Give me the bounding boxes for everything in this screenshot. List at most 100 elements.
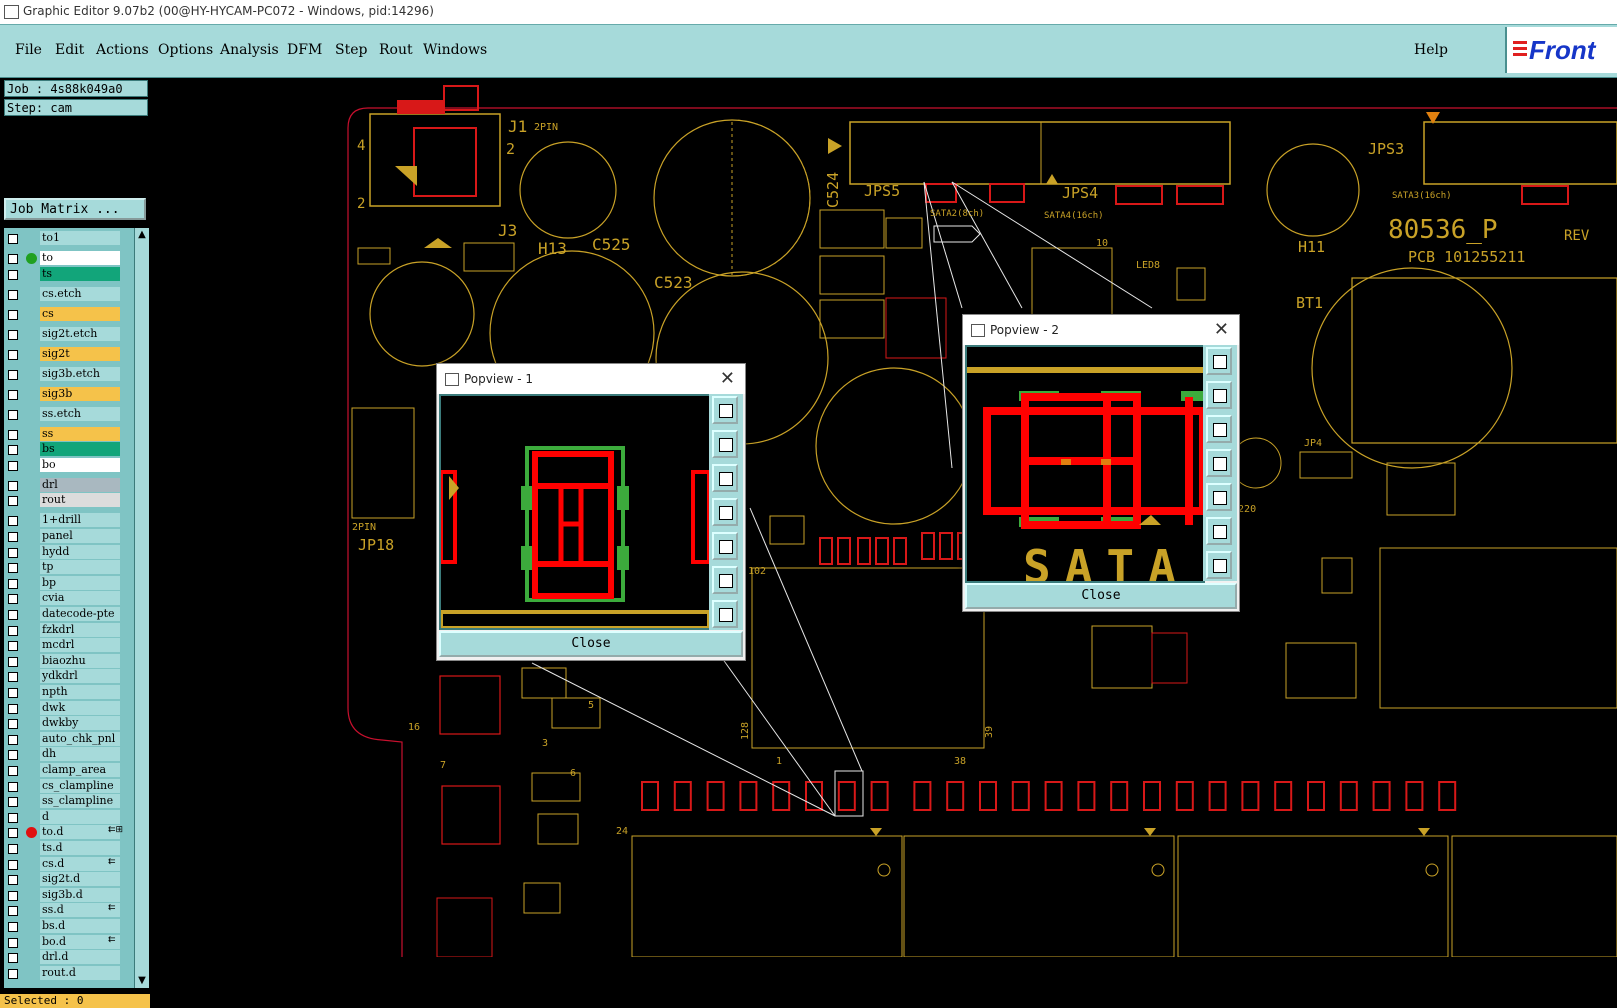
pan-left-icon[interactable] — [712, 498, 738, 526]
zoom-in-icon[interactable] — [712, 566, 738, 594]
menu-dfm[interactable]: DFM — [287, 42, 322, 58]
layer-row[interactable]: cs — [4, 306, 134, 322]
layer-name[interactable]: drl — [40, 477, 120, 492]
layer-row[interactable]: drl.d — [4, 950, 134, 965]
layer-name[interactable]: clamp_area — [40, 763, 120, 777]
layer-row[interactable]: ss — [4, 426, 134, 442]
layer-row[interactable]: to.d ⇇⊞ — [4, 825, 134, 840]
layer-name[interactable]: sig2t.d — [40, 872, 120, 887]
zoom-fit-icon[interactable] — [712, 396, 738, 424]
layer-name[interactable]: cs_clampline — [40, 778, 120, 793]
layer-name[interactable]: drl.d — [40, 950, 120, 965]
menu-edit[interactable]: Edit — [55, 42, 84, 58]
layer-name[interactable]: hydd — [40, 544, 120, 559]
layer-row[interactable]: ss.etch — [4, 406, 134, 422]
layer-name[interactable]: rout — [40, 493, 120, 508]
layer-checkbox[interactable] — [8, 516, 18, 527]
layer-row[interactable]: panel — [4, 529, 134, 544]
layer-checkbox[interactable] — [8, 269, 18, 280]
layer-checkbox[interactable] — [8, 460, 18, 471]
layer-name[interactable]: to1 — [40, 231, 120, 245]
layer-row[interactable]: sig2t.etch — [4, 326, 134, 342]
layer-row[interactable]: ydkdrl — [4, 669, 134, 684]
layer-checkbox[interactable] — [8, 563, 18, 574]
layer-row[interactable]: d — [4, 809, 134, 825]
pan-down-icon[interactable] — [1206, 415, 1232, 443]
layer-name[interactable]: cs — [40, 306, 120, 321]
pan-left-icon[interactable] — [1206, 449, 1232, 477]
layer-row[interactable]: sig3b — [4, 386, 134, 402]
menu-file[interactable]: File — [15, 42, 42, 58]
layer-name[interactable]: bo — [40, 457, 120, 472]
layer-checkbox[interactable] — [8, 309, 18, 320]
layer-name[interactable]: datecode-pte — [40, 607, 120, 621]
layer-row[interactable]: sig2t.d — [4, 872, 134, 887]
layer-checkbox[interactable] — [8, 641, 18, 652]
menu-rout[interactable]: Rout — [379, 42, 413, 58]
layer-name[interactable]: ss — [40, 426, 120, 441]
layer-name[interactable]: ts — [40, 266, 120, 281]
popview-1-canvas[interactable] — [439, 394, 711, 630]
layer-row[interactable]: bs — [4, 442, 134, 457]
layer-checkbox[interactable] — [8, 797, 18, 808]
layer-row[interactable]: cs.d ⇇ — [4, 856, 134, 872]
layer-checkbox[interactable] — [8, 389, 18, 400]
layer-checkbox[interactable] — [8, 812, 18, 823]
layer-row[interactable]: datecode-pte — [4, 607, 134, 622]
layer-checkbox[interactable] — [8, 781, 18, 792]
layer-checkbox[interactable] — [8, 859, 18, 870]
layer-checkbox[interactable] — [8, 719, 18, 730]
layer-checkbox[interactable] — [8, 547, 18, 558]
layer-row[interactable]: to — [4, 251, 134, 266]
layer-scrollbar[interactable]: ▲ ▼ — [134, 228, 149, 988]
layer-row[interactable]: bp — [4, 575, 134, 591]
layer-checkbox[interactable] — [8, 937, 18, 948]
layer-checkbox[interactable] — [8, 906, 18, 917]
menu-options[interactable]: Options — [158, 42, 213, 58]
layer-checkbox[interactable] — [8, 953, 18, 964]
layer-name[interactable]: bp — [40, 575, 120, 590]
menu-help[interactable]: Help — [1414, 42, 1448, 58]
layer-name[interactable]: panel — [40, 529, 120, 543]
layer-checkbox[interactable] — [8, 703, 18, 714]
layer-checkbox[interactable] — [8, 828, 18, 839]
layer-checkbox[interactable] — [8, 734, 18, 745]
layer-row[interactable]: cs.etch — [4, 286, 134, 302]
layer-row[interactable]: drl — [4, 477, 134, 493]
layer-checkbox[interactable] — [8, 369, 18, 380]
layer-row[interactable]: ss.d ⇇ — [4, 903, 134, 918]
scroll-down-icon[interactable]: ▼ — [136, 975, 148, 987]
layer-name[interactable]: cvia — [40, 591, 120, 606]
layer-row[interactable]: rout — [4, 493, 134, 508]
close-icon[interactable]: ✕ — [720, 368, 735, 389]
layer-row[interactable]: biaozhu — [4, 653, 134, 669]
popview-1-close-button[interactable]: Close — [439, 631, 743, 657]
layer-checkbox[interactable] — [8, 968, 18, 979]
layer-row[interactable]: fzkdrl — [4, 622, 134, 638]
layer-row[interactable]: dwkby — [4, 716, 134, 731]
menu-analysis[interactable]: Analysis — [220, 42, 279, 58]
layer-name[interactable]: dh — [40, 747, 120, 762]
layer-name[interactable]: dwkby — [40, 716, 120, 731]
zoom-out-icon[interactable] — [1206, 551, 1232, 579]
layer-row[interactable]: dh — [4, 747, 134, 762]
layer-checkbox[interactable] — [8, 480, 18, 491]
layer-row[interactable]: ss_clampline — [4, 794, 134, 809]
layer-checkbox[interactable] — [8, 922, 18, 932]
close-icon[interactable]: ✕ — [1214, 319, 1229, 340]
zoom-out-icon[interactable] — [712, 600, 738, 628]
layer-row[interactable]: to1 — [4, 231, 134, 246]
layer-name[interactable]: rout.d — [40, 965, 120, 980]
layer-name[interactable]: sig2t — [40, 346, 120, 361]
layer-name[interactable]: dwk — [40, 700, 120, 715]
layer-checkbox[interactable] — [8, 349, 18, 360]
layer-name[interactable]: auto_chk_pnl — [40, 731, 120, 746]
layer-name[interactable]: tp — [40, 560, 120, 575]
layer-checkbox[interactable] — [8, 234, 18, 244]
layer-checkbox[interactable] — [8, 610, 18, 620]
layer-checkbox[interactable] — [8, 289, 18, 300]
layer-checkbox[interactable] — [8, 875, 18, 886]
layer-checkbox[interactable] — [8, 890, 18, 901]
scroll-up-icon[interactable]: ▲ — [136, 229, 148, 241]
layer-row[interactable]: bs.d — [4, 919, 134, 934]
